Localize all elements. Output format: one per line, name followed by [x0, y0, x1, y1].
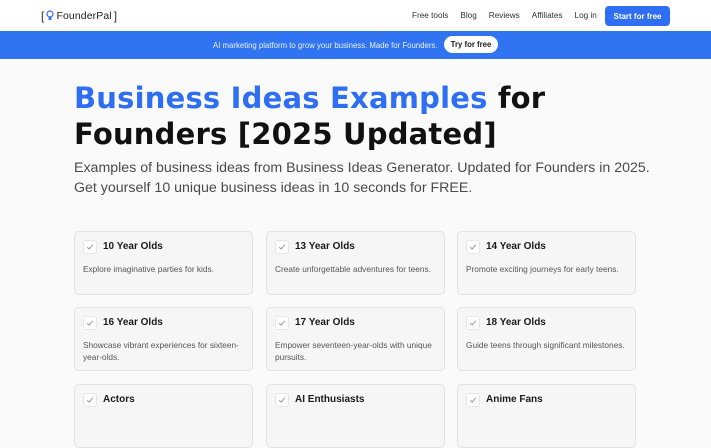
try-for-free-button[interactable]: Try for free — [444, 36, 498, 53]
idea-card-description: Empower seventeen-year-olds with unique … — [275, 340, 432, 362]
nav-free-tools[interactable]: Free tools — [412, 11, 448, 20]
nav-affiliates[interactable]: Affiliates — [532, 11, 563, 20]
brand-logo[interactable]: [ FounderPal ] — [41, 9, 117, 23]
idea-card[interactable]: AI Enthusiasts — [266, 384, 445, 448]
banner-text: AI marketing platform to grow your busin… — [213, 41, 438, 50]
idea-card-title: 13 Year Olds — [295, 241, 355, 252]
idea-card[interactable]: Anime Fans — [457, 384, 636, 448]
idea-card-title: 14 Year Olds — [486, 241, 546, 252]
idea-card-description: Explore imaginative parties for kids. — [83, 264, 214, 274]
idea-card[interactable]: 16 Year Olds Showcase vibrant experience… — [74, 307, 253, 371]
check-icon — [466, 393, 480, 407]
idea-card[interactable]: 17 Year Olds Empower seventeen-year-olds… — [266, 307, 445, 371]
idea-card-title: 16 Year Olds — [103, 317, 163, 328]
idea-card[interactable]: 13 Year Olds Create unforgettable advent… — [266, 231, 445, 295]
idea-card-title: 10 Year Olds — [103, 241, 163, 252]
brand-name: FounderPal — [56, 10, 112, 22]
idea-card[interactable]: Actors — [74, 384, 253, 448]
promo-banner: AI marketing platform to grow your busin… — [0, 31, 711, 59]
nav-reviews[interactable]: Reviews — [489, 11, 520, 20]
idea-card-description: Create unforgettable adventures for teen… — [275, 264, 431, 274]
page-subtitle: Examples of business ideas from Business… — [74, 160, 650, 196]
idea-card[interactable]: 10 Year Olds Explore imaginative parties… — [74, 231, 253, 295]
check-icon — [466, 240, 480, 254]
check-icon — [275, 393, 289, 407]
check-icon — [275, 316, 289, 330]
lightbulb-icon — [46, 10, 55, 22]
check-icon — [83, 240, 97, 254]
page-title-accent: Business Ideas Examples — [74, 81, 488, 115]
idea-card-description: Guide teens through significant mileston… — [466, 340, 625, 350]
check-icon — [83, 316, 97, 330]
check-icon — [466, 316, 480, 330]
idea-card[interactable]: 14 Year Olds Promote exciting journeys f… — [457, 231, 636, 295]
nav-blog[interactable]: Blog — [460, 11, 476, 20]
idea-card[interactable]: 18 Year Olds Guide teens through signifi… — [457, 307, 636, 371]
idea-card-description: Showcase vibrant experiences for sixteen… — [83, 340, 239, 362]
start-for-free-button[interactable]: Start for free — [605, 6, 670, 26]
idea-card-description: Promote exciting journeys for early teen… — [466, 264, 619, 274]
check-icon — [83, 393, 97, 407]
page-title: Business Ideas Examples for Founders [20… — [74, 80, 674, 152]
logo-bracket-left: [ — [41, 9, 45, 23]
logo-bracket-right: ] — [113, 9, 118, 23]
top-navbar: [ FounderPal ] Free tools Blog Reviews A… — [0, 0, 711, 31]
nav-links: Free tools Blog Reviews Affiliates Log i… — [412, 11, 597, 20]
check-icon — [275, 240, 289, 254]
idea-card-title: 17 Year Olds — [295, 317, 355, 328]
nav-log-in[interactable]: Log in — [575, 11, 597, 20]
idea-card-title: 18 Year Olds — [486, 317, 546, 328]
